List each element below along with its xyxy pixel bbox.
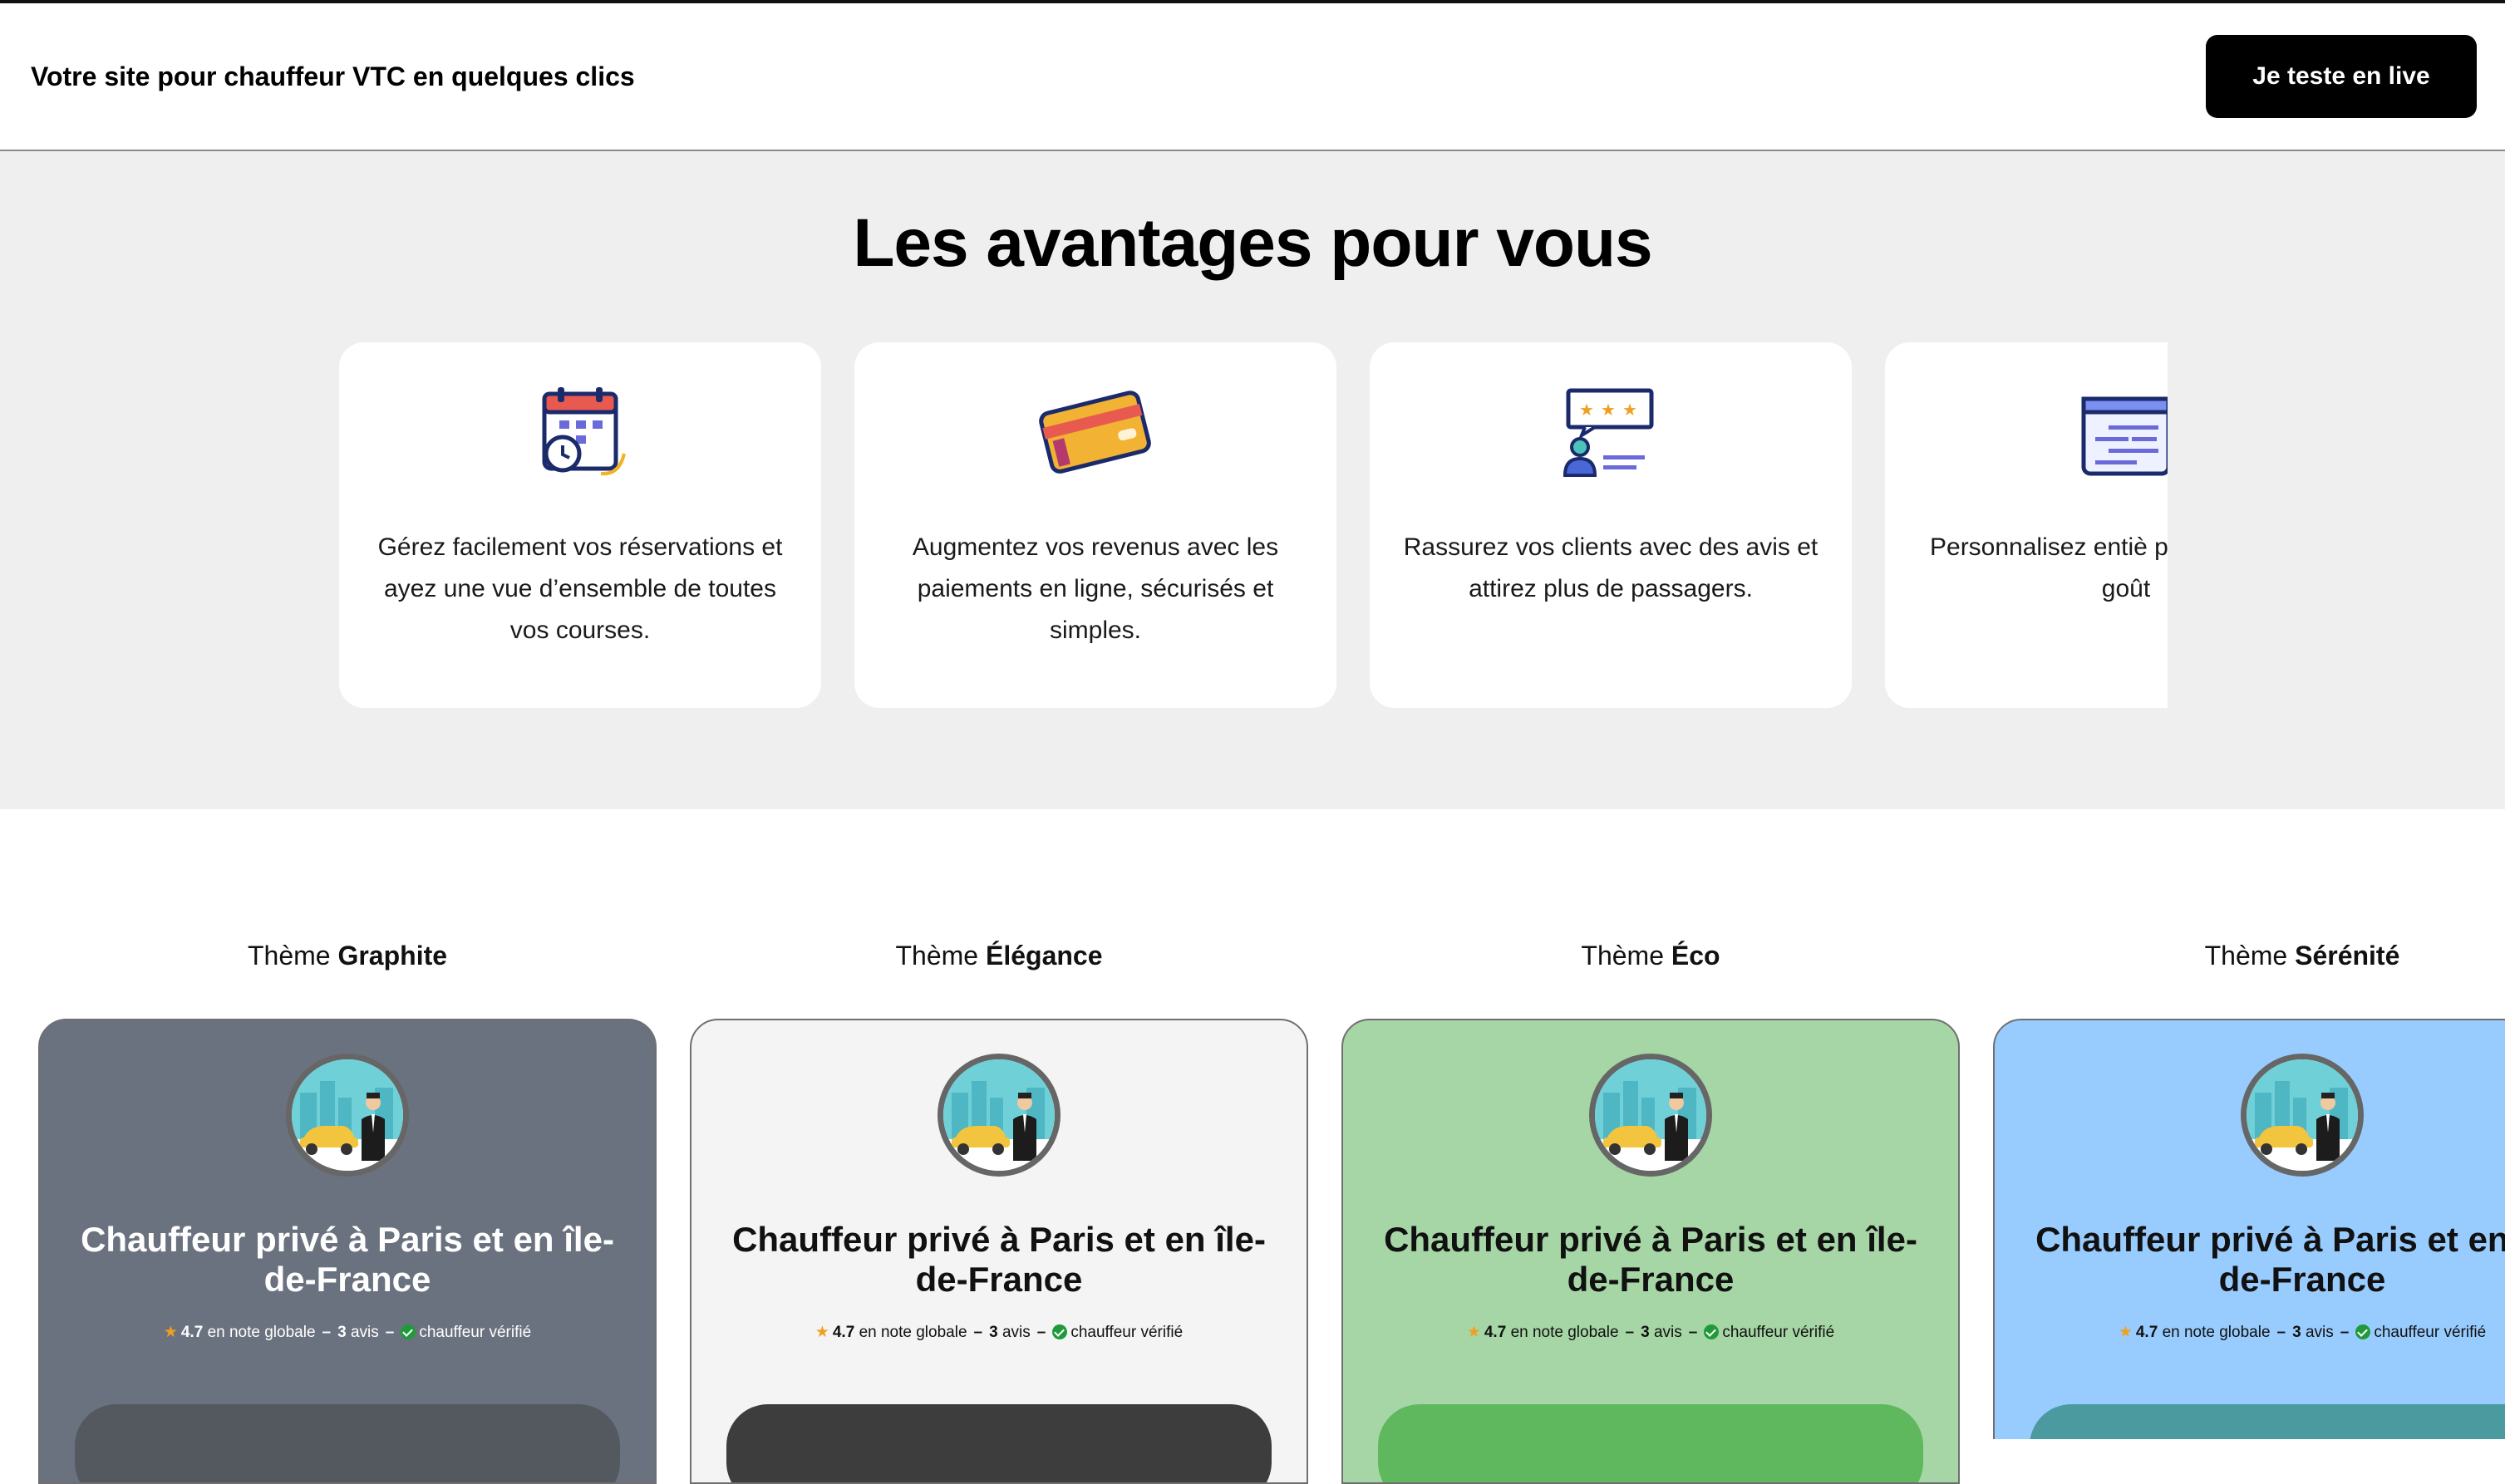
verified-check-icon: [401, 1324, 416, 1339]
advantage-text: Gérez facilement vos réservations et aye…: [377, 533, 783, 644]
preview-title: Chauffeur privé à Paris et en île-de-Fra…: [1384, 1220, 1917, 1299]
reviews-icon: ★ ★ ★: [1370, 384, 1852, 484]
theme-label-graphite: Thème Graphite: [247, 941, 448, 970]
preview-rating: ★ 4.7 en note globale –3 avis – chauffeur vé…: [814, 1324, 1184, 1341]
star-icon: ★: [163, 1324, 178, 1341]
preview-title: Chauffeur privé à Paris et en île-de-Fra…: [2035, 1220, 2505, 1299]
site-header: Votre site pour chauffeur VTC en quelque…: [0, 3, 2505, 151]
star-icon: ★: [2118, 1324, 2133, 1341]
star-icon: ★: [814, 1324, 829, 1341]
advantage-card-customize: Personnalisez entiè page selon vos goût: [1885, 342, 2168, 708]
verified-check-icon: [1052, 1324, 1068, 1339]
brand-tagline: Votre site pour chauffeur VTC en quelque…: [31, 61, 635, 91]
theme-preview-eco[interactable]: Chauffeur privé à Paris et en île-de-Fra…: [1341, 1019, 1960, 1484]
svg-text:★: ★: [1601, 400, 1616, 420]
preview-title: Chauffeur privé à Paris et en île-de-Fra…: [81, 1220, 614, 1299]
theme-preview-graphite[interactable]: Chauffeur privé à Paris et en île-de-Fra…: [38, 1019, 657, 1484]
verified-check-icon: [2355, 1324, 2371, 1339]
advantage-card-payments: Augmentez vos revenus avec les paiements…: [854, 342, 1336, 708]
advantage-card-reviews: ★ ★ ★ Rassurez vos clients avec des avis…: [1370, 342, 1852, 708]
chauffeur-avatar: [2241, 1054, 2364, 1177]
preview-action-button[interactable]: [726, 1404, 1272, 1482]
credit-card-icon: [854, 384, 1336, 484]
svg-text:★: ★: [1579, 400, 1594, 420]
theme-preview-serenite[interactable]: Chauffeur privé à Paris et en île-de-Fra…: [1993, 1019, 2505, 1439]
preview-title: Chauffeur privé à Paris et en île-de-Fra…: [732, 1220, 1266, 1299]
calendar-clock-icon: [339, 384, 821, 484]
preview-action-button[interactable]: [1378, 1404, 1923, 1482]
advantages-title: Les avantages pour vous: [853, 205, 1652, 281]
theme-preview-serenite-clip: Chauffeur privé à Paris et en île-de-Fra…: [1993, 809, 2505, 1439]
chauffeur-avatar: [938, 1054, 1061, 1177]
preview-action-button[interactable]: [2030, 1404, 2505, 1439]
advantages-carousel[interactable]: Gérez facilement vos réservations et aye…: [339, 342, 2168, 708]
preview-rating: ★ 4.7 en note globale –3 avis – chauffeur vé…: [2118, 1324, 2487, 1341]
advantage-card-reservations: Gérez facilement vos réservations et aye…: [339, 342, 821, 708]
advantage-text: Personnalisez entiè page selon vos goût: [1930, 533, 2168, 602]
preview-rating: ★ 4.7 en note globale –3 avis – chauffeur vé…: [1466, 1324, 1835, 1341]
advantages-section: Les avantages pour vous Gérez facilement…: [0, 151, 2505, 809]
preview-rating: ★ 4.7 en note globale –3 avis – chauffeur vé…: [163, 1324, 532, 1341]
chauffeur-avatar: [286, 1054, 409, 1177]
star-icon: ★: [1466, 1324, 1481, 1341]
themes-section: Thème Graphite Chauffeur privé à Paris e…: [0, 809, 2505, 1484]
svg-text:★: ★: [1622, 400, 1637, 420]
theme-label-eco: Thème Éco: [1581, 941, 1720, 970]
live-test-button[interactable]: Je teste en live: [2206, 35, 2477, 118]
advantage-text: Augmentez vos revenus avec les paiements…: [912, 533, 1279, 644]
preview-action-button[interactable]: [75, 1404, 620, 1482]
chauffeur-avatar: [1589, 1054, 1712, 1177]
verified-check-icon: [1704, 1324, 1720, 1339]
theme-preview-elegance[interactable]: Chauffeur privé à Paris et en île-de-Fra…: [690, 1019, 1308, 1484]
theme-label-elegance: Thème Élégance: [895, 941, 1103, 970]
browser-page-icon: [1885, 384, 2168, 484]
advantage-text: Rassurez vos clients avec des avis et at…: [1403, 533, 1818, 602]
